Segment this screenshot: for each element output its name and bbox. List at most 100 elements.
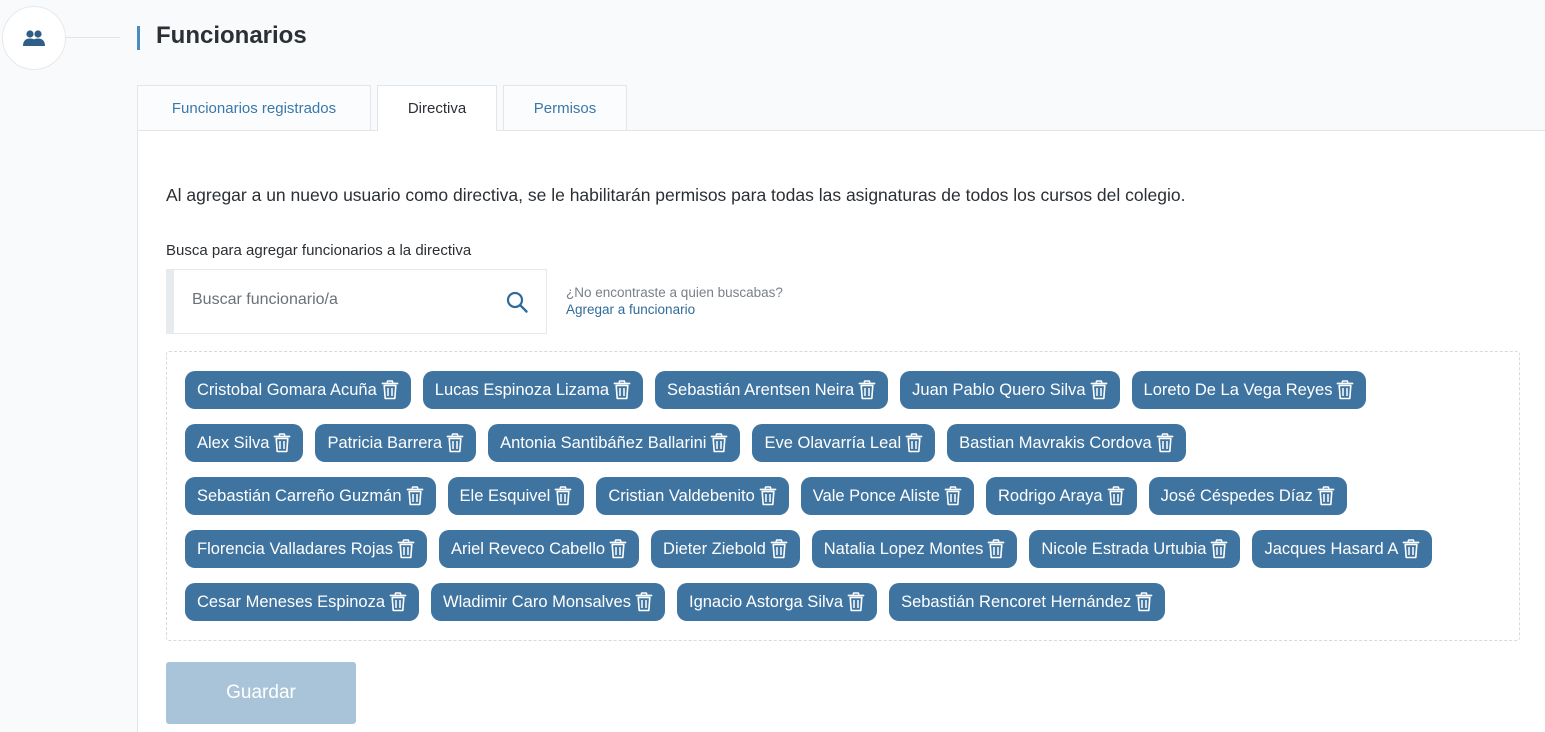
member-name: Juan Pablo Quero Silva — [912, 380, 1086, 399]
members-row: Cesar Meneses Espinoza Wladimir Caro Mons… — [185, 583, 1501, 621]
member-name: José Céspedes Díaz — [1160, 486, 1313, 505]
search-label: Busca para agregar funcionarios a la dir… — [166, 242, 472, 259]
directiva-panel: Al agregar a un nuevo usuario como direc… — [137, 130, 1545, 732]
search-input[interactable] — [192, 291, 492, 309]
section-avatar — [2, 6, 66, 70]
member-chip: Natalia Lopez Montes — [811, 530, 1018, 568]
members-row: Florencia Valladares Rojas Ariel Reveco C… — [185, 530, 1501, 568]
trash-icon[interactable] — [770, 539, 788, 559]
member-chip: Patricia Barrera — [315, 424, 477, 462]
member-chip: Ignacio Astorga Silva — [676, 583, 878, 621]
tab-permisos[interactable]: Permisos — [503, 85, 627, 130]
members-row: Cristobal Gomara Acuña Lucas Espinoza Liz… — [185, 371, 1501, 409]
not-found-hint: ¿No encontraste a quien buscabas? Agrega… — [566, 284, 783, 318]
tab-funcionarios-registrados[interactable]: Funcionarios registrados — [137, 85, 371, 130]
trash-icon[interactable] — [1402, 539, 1420, 559]
member-chip: Juan Pablo Quero Silva — [900, 371, 1120, 409]
members-row: Alex Silva Patricia Barrera Antonia Santib… — [185, 424, 1501, 462]
member-chip: Rodrigo Araya — [986, 477, 1137, 515]
trash-icon[interactable] — [609, 539, 627, 559]
member-chip: Antonia Santibáñez Ballarini — [488, 424, 741, 462]
trash-icon[interactable] — [710, 433, 728, 453]
member-name: Cesar Meneses Espinoza — [197, 592, 386, 611]
trash-icon[interactable] — [944, 486, 962, 506]
member-name: Bastian Mavrakis Cordova — [959, 433, 1152, 452]
left-rail — [0, 0, 137, 732]
member-chip: Wladimir Caro Monsalves — [431, 583, 665, 621]
search-box — [166, 269, 547, 334]
trash-icon[interactable] — [1210, 539, 1228, 559]
member-chip: Sebastián Rencoret Hernández — [889, 583, 1166, 621]
member-name: Cristian Valdebenito — [608, 486, 755, 505]
member-name: Antonia Santibáñez Ballarini — [500, 433, 707, 452]
trash-icon[interactable] — [1107, 486, 1125, 506]
trash-icon[interactable] — [1090, 380, 1108, 400]
member-chip: Ariel Reveco Cabello — [438, 530, 640, 568]
trash-icon[interactable] — [847, 592, 865, 612]
search-icon[interactable] — [505, 290, 529, 314]
member-chip: Sebastián Carreño Guzmán — [185, 477, 436, 515]
trash-icon[interactable] — [554, 486, 572, 506]
trash-icon[interactable] — [381, 380, 399, 400]
member-chip: Cesar Meneses Espinoza — [185, 583, 420, 621]
member-name: Natalia Lopez Montes — [823, 539, 984, 558]
trash-icon[interactable] — [1156, 433, 1174, 453]
member-chip: Dieter Ziebold — [651, 530, 800, 568]
member-chip: Nicole Estrada Urtubia — [1029, 530, 1241, 568]
tab-bar: Funcionarios registrados Directiva Permi… — [137, 85, 627, 131]
trash-icon[interactable] — [273, 433, 291, 453]
member-name: Dieter Ziebold — [663, 539, 766, 558]
member-name: Sebastián Arentsen Neira — [667, 380, 855, 399]
member-name: Cristobal Gomara Acuña — [197, 380, 377, 399]
member-name: Alex Silva — [197, 433, 270, 452]
rail-connector — [66, 37, 120, 38]
page: Funcionarios Funcionarios registrados Di… — [0, 0, 1545, 732]
member-name: Ele Esquivel — [459, 486, 551, 505]
trash-icon[interactable] — [406, 486, 424, 506]
member-chip: Alex Silva — [185, 424, 304, 462]
member-chip: Eve Olavarría Leal — [752, 424, 936, 462]
users-icon — [23, 30, 45, 46]
member-chip: José Céspedes Díaz — [1148, 477, 1347, 515]
members-row: Sebastián Carreño Guzmán Ele Esquivel Cris… — [185, 477, 1501, 515]
directiva-members-area: Cristobal Gomara Acuña Lucas Espinoza Liz… — [166, 351, 1520, 641]
trash-icon[interactable] — [1135, 592, 1153, 612]
member-name: Nicole Estrada Urtubia — [1041, 539, 1207, 558]
member-chip: Cristobal Gomara Acuña — [185, 371, 411, 409]
member-name: Patricia Barrera — [327, 433, 443, 452]
trash-icon[interactable] — [1317, 486, 1335, 506]
member-chip: Vale Ponce Aliste — [800, 477, 974, 515]
trash-icon[interactable] — [446, 433, 464, 453]
member-name: Vale Ponce Aliste — [812, 486, 940, 505]
member-name: Lucas Espinoza Lizama — [434, 380, 610, 399]
member-name: Loreto De La Vega Reyes — [1143, 380, 1333, 399]
member-name: Sebastián Carreño Guzmán — [197, 486, 402, 505]
member-name: Jacques Hasard A — [1264, 539, 1399, 558]
save-button[interactable]: Guardar — [166, 662, 356, 724]
member-chip: Loreto De La Vega Reyes — [1131, 371, 1367, 409]
title-accent-bar — [137, 26, 140, 50]
member-chip: Jacques Hasard A — [1252, 530, 1433, 568]
member-name: Ignacio Astorga Silva — [688, 592, 844, 611]
add-funcionario-link[interactable]: Agregar a funcionario — [566, 301, 783, 318]
member-chip: Sebastián Arentsen Neira — [655, 371, 889, 409]
trash-icon[interactable] — [759, 486, 777, 506]
member-name: Sebastián Rencoret Hernández — [901, 592, 1132, 611]
member-name: Eve Olavarría Leal — [764, 433, 902, 452]
info-text: Al agregar a un nuevo usuario como direc… — [166, 185, 1186, 205]
page-title: Funcionarios — [156, 22, 307, 49]
trash-icon[interactable] — [858, 380, 876, 400]
member-chip: Ele Esquivel — [447, 477, 585, 515]
trash-icon[interactable] — [613, 380, 631, 400]
trash-icon[interactable] — [397, 539, 415, 559]
member-name: Ariel Reveco Cabello — [450, 539, 606, 558]
member-name: Florencia Valladares Rojas — [197, 539, 393, 558]
member-name: Wladimir Caro Monsalves — [443, 592, 631, 611]
trash-icon[interactable] — [987, 539, 1005, 559]
trash-icon[interactable] — [389, 592, 407, 612]
tab-directiva[interactable]: Directiva — [377, 85, 497, 131]
member-name: Rodrigo Araya — [998, 486, 1103, 505]
trash-icon[interactable] — [905, 433, 923, 453]
trash-icon[interactable] — [635, 592, 653, 612]
trash-icon[interactable] — [1336, 380, 1354, 400]
